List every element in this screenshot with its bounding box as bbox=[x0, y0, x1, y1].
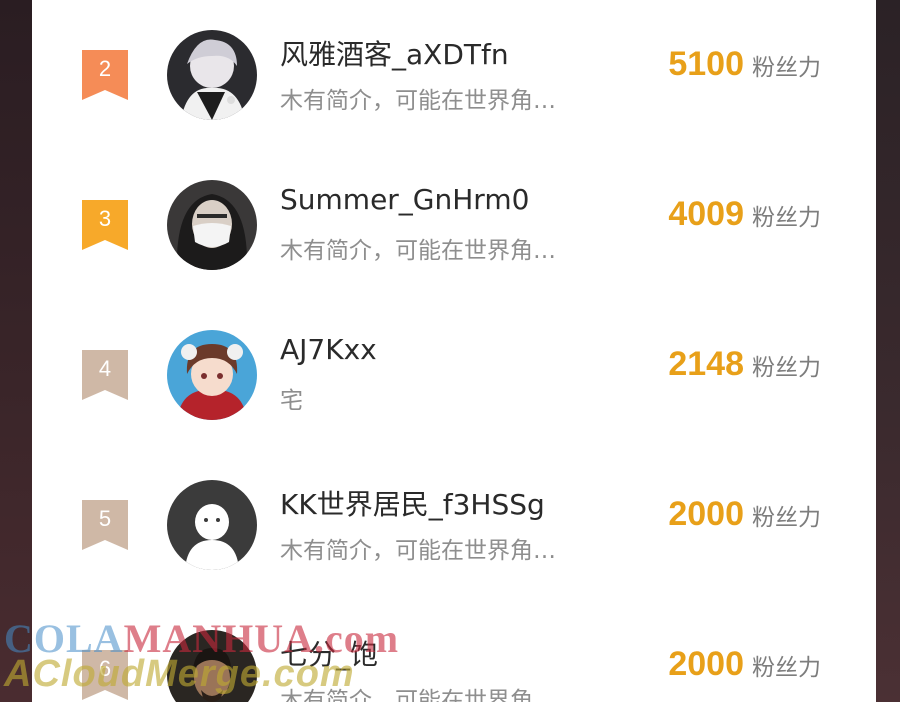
score-value: 5100 bbox=[668, 45, 744, 83]
default-avatar[interactable] bbox=[167, 480, 257, 570]
background-left bbox=[0, 0, 32, 702]
user-bio: 木有简介，可能在世界角… bbox=[280, 238, 556, 264]
user-bio: 木有简介，可能在世界角… bbox=[280, 88, 556, 114]
score-value: 2000 bbox=[668, 645, 744, 683]
score-value: 4009 bbox=[668, 195, 744, 233]
rank-badge: 2 bbox=[82, 50, 128, 100]
user-name[interactable]: 风雅酒客_aXDTfn bbox=[280, 33, 640, 73]
score-value: 2148 bbox=[668, 345, 744, 383]
user-name[interactable]: 七分_饱 bbox=[280, 633, 640, 673]
fan-power-score: 5100 粉丝力 bbox=[668, 45, 821, 84]
anime-girl-avatar[interactable] bbox=[167, 330, 257, 420]
user-name[interactable]: KK世界居民_f3HSSg bbox=[280, 483, 640, 523]
rank-badge: 5 bbox=[82, 500, 128, 550]
fan-power-score: 2000 粉丝力 bbox=[668, 495, 821, 534]
fan-power-score: 2000 粉丝力 bbox=[668, 645, 821, 684]
ranking-row[interactable]: 2 风雅酒客_aXDTfn 木有简介，可能在世界角… 5100 粉丝力 bbox=[32, 25, 876, 125]
rank-number: 6 bbox=[98, 656, 112, 681]
ranking-row[interactable]: 3 Summer_GnHrm0 木有简介，可能在世界角… 4009 粉丝力 bbox=[32, 175, 876, 275]
score-unit: 粉丝力 bbox=[752, 55, 821, 81]
score-unit: 粉丝力 bbox=[752, 355, 821, 381]
ranking-row[interactable]: 5 KK世界居民_f3HSSg 木有简介，可能在世界角… 2000 粉丝力 bbox=[32, 475, 876, 575]
user-bio: 木有简介，可能在世界角… bbox=[280, 538, 556, 564]
score-unit: 粉丝力 bbox=[752, 655, 821, 681]
background-right bbox=[876, 0, 900, 702]
anime-boy-avatar[interactable] bbox=[167, 30, 257, 120]
rank-number: 3 bbox=[98, 206, 112, 231]
score-value: 2000 bbox=[668, 495, 744, 533]
user-name[interactable]: AJ7Kxx bbox=[280, 333, 640, 366]
rank-badge: 6 bbox=[82, 650, 128, 700]
fan-power-score: 2148 粉丝力 bbox=[668, 345, 821, 384]
user-bio: 木有简介，可能在世界角… bbox=[280, 688, 556, 702]
fan-power-score: 4009 粉丝力 bbox=[668, 195, 821, 234]
rank-badge: 3 bbox=[82, 200, 128, 250]
rank-number: 2 bbox=[98, 56, 112, 81]
fan-ranking-card: 2 风雅酒客_aXDTfn 木有简介，可能在世界角… 5100 粉丝力 3 Su… bbox=[32, 0, 876, 702]
rank-number: 5 bbox=[98, 506, 112, 531]
man-avatar[interactable] bbox=[167, 630, 257, 702]
score-unit: 粉丝力 bbox=[752, 505, 821, 531]
rank-number: 4 bbox=[98, 356, 112, 381]
masked-girl-avatar[interactable] bbox=[167, 180, 257, 270]
ranking-row[interactable]: 4 AJ7Kxx 宅 2148 粉丝力 bbox=[32, 325, 876, 425]
user-name[interactable]: Summer_GnHrm0 bbox=[280, 183, 640, 216]
user-bio: 宅 bbox=[280, 388, 303, 414]
ranking-row[interactable]: 6 七分_饱 木有简介，可能在世界角… 2000 粉丝力 bbox=[32, 625, 876, 702]
rank-badge: 4 bbox=[82, 350, 128, 400]
score-unit: 粉丝力 bbox=[752, 205, 821, 231]
